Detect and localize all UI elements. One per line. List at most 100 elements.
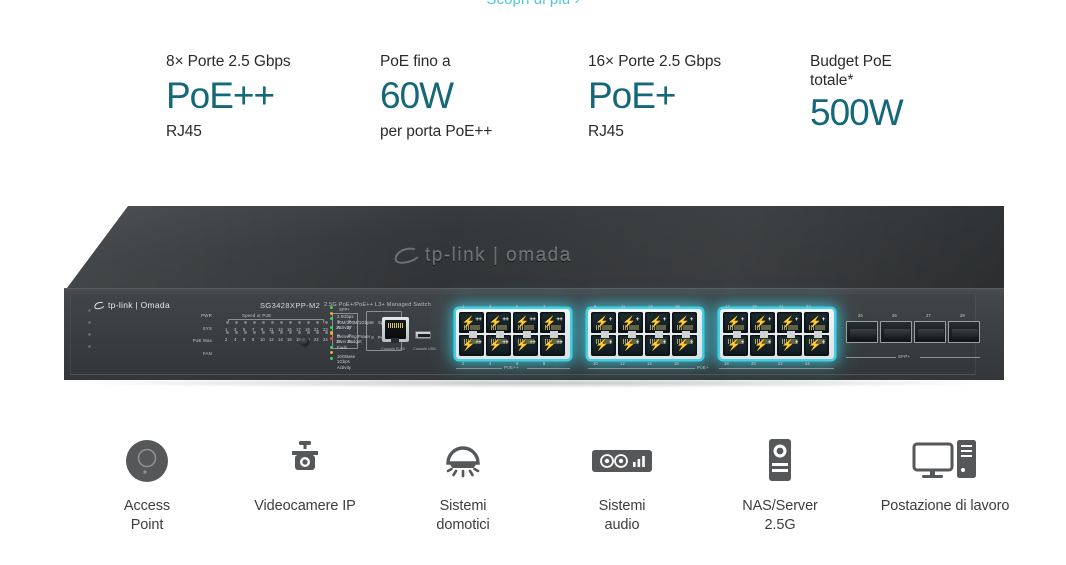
learn-more-link[interactable]: Scopri di più › — [0, 0, 1066, 8]
app-label: NAS/Server 2.5G — [742, 498, 818, 533]
rj45-port: ⚡+ — [750, 312, 775, 335]
spec-highlights: 8× Porte 2.5 Gbps PoE++ RJ45 PoE fino a … — [0, 48, 1066, 163]
status-led-labels: PWR SYS PoE Max FAN — [176, 313, 212, 363]
led-grid-caption: Speed or PoE — [242, 313, 272, 318]
port-column: ⚡+ ⚡+ — [723, 312, 748, 356]
port-column: ⚡+ ⚡+ — [645, 312, 670, 356]
led-indicator — [88, 309, 91, 312]
port-group-poe-plus-1[interactable]: ⚡+ ⚡+ ⚡+ ⚡+ ⚡+ ⚡+ ⚡+ ⚡+ — [588, 309, 702, 359]
sfp-plus-port — [880, 321, 912, 343]
legend-group-sfp: 10GBase 1Gbps Activity — [330, 345, 382, 370]
spec-top-label: 16× Porte 2.5 Gbps — [588, 53, 722, 70]
app-item-access-point: Access Point — [62, 432, 232, 535]
led-indicator — [88, 333, 91, 336]
top-face-brand-logo: tp-link | omada — [392, 244, 572, 267]
status-led-pwr: PWR — [201, 313, 212, 318]
rj45-port: ⚡+ — [723, 312, 748, 335]
led-row-even: 2 4 6 8 10 12 14 16 18 20 22 24 — [224, 331, 328, 343]
rj45-port: ⚡++ — [513, 333, 538, 356]
rj45-port: ⚡+ — [777, 333, 802, 356]
rj45-port: ⚡+ — [618, 312, 643, 335]
port-column: ⚡+ ⚡+ — [618, 312, 643, 356]
console-rj45-label: Console RJ45 — [381, 347, 405, 351]
led-row-odd: 1 3 5 7 9 11 13 15 17 19 21 23 — [224, 321, 328, 333]
port-column: ⚡+ ⚡+ — [672, 312, 697, 356]
rj45-port: ⚡+ — [750, 333, 775, 356]
rj45-port: ⚡+ — [804, 333, 829, 356]
app-item-workstation: Postazione di lavoro — [845, 432, 1045, 516]
app-label: Sistemi audio — [598, 498, 646, 533]
audio-system-icon — [537, 432, 707, 490]
status-led-poe-max: PoE Max — [192, 338, 212, 343]
spec-top-label: PoE fino a — [380, 53, 451, 70]
led-indicator — [88, 345, 91, 348]
rj45-port: ⚡++ — [486, 333, 511, 356]
rj45-port: ⚡+ — [645, 312, 670, 335]
app-label: Postazione di lavoro — [880, 498, 1010, 514]
sfp-plus-port-group[interactable] — [846, 321, 980, 351]
spec-item-total-poe-budget: Budget PoE totale* 500W — [810, 52, 904, 136]
app-item-nas-server: NAS/Server 2.5G — [695, 432, 865, 535]
console-usb-label: Console USB — [413, 347, 436, 351]
rj45-port: ⚡++ — [459, 333, 484, 356]
model-number-label: SG3428XPP-M2 — [260, 301, 321, 310]
spec-top-label: Budget PoE totale* — [810, 53, 892, 89]
console-usb-port — [415, 331, 431, 339]
rj45-port: ⚡+ — [645, 333, 670, 356]
legend-group-speed: 2.5Gbps 10M/100M/1Gbps Activity — [330, 305, 382, 330]
port-group-poe-plus-2[interactable]: ⚡+ ⚡+ ⚡+ ⚡+ ⚡+ ⚡+ ⚡+ ⚡+ — [720, 309, 834, 359]
front-brand-logo: tp-link | Omada — [93, 300, 170, 311]
rj45-port: ⚡++ — [513, 312, 538, 335]
rj45-port: ⚡+ — [672, 333, 697, 356]
access-point-icon — [62, 432, 232, 490]
port-group-poe-plus-plus[interactable]: ⚡++ ⚡++ ⚡++ ⚡++ ⚡++ ⚡++ ⚡++ ⚡++ — [456, 309, 570, 359]
led-legend: 2.5Gbps 10M/100M/1Gbps Activity Deliveri… — [330, 305, 382, 370]
app-item-smart-home: Sistemi domotici — [378, 432, 548, 535]
port-group-label: PoE+ — [697, 365, 710, 370]
switch-front-panel: tp-link | Omada SG3428XPP-M2 2.5G PoE+/P… — [64, 288, 1004, 380]
port-column: ⚡+ ⚡+ — [804, 312, 829, 356]
console-rj45-port — [382, 317, 409, 343]
led-mode-button[interactable] — [300, 337, 309, 346]
spec-value: PoE+ — [588, 75, 677, 116]
port-group-label: PoE++ — [504, 365, 519, 370]
legend-group-poe: Delivering Power Over Budget Fault — [330, 325, 382, 350]
rj45-port: ⚡+ — [591, 333, 616, 356]
app-label: Videocamere IP — [254, 498, 356, 514]
spec-sub-label: RJ45 — [166, 123, 202, 140]
port-column: ⚡++ ⚡++ — [459, 312, 484, 356]
port-column: ⚡+ ⚡+ — [777, 312, 802, 356]
network-switch-image: tp-link | omada tp-link | Omada SG3428XP… — [64, 206, 1004, 391]
rj45-port: ⚡++ — [540, 333, 565, 356]
spec-item-poe-plus-plus: 8× Porte 2.5 Gbps PoE++ RJ45 — [166, 52, 291, 141]
tp-link-logo-icon — [392, 244, 422, 267]
sfp-plus-port — [948, 321, 980, 343]
product-feature-section: Scopri di più › 8× Porte 2.5 Gbps PoE++ … — [0, 0, 1066, 565]
rj45-port: ⚡++ — [486, 312, 511, 335]
spec-value: 500W — [810, 92, 904, 133]
sfp-group-label: SFP+ — [898, 354, 911, 359]
status-led-fan: FAN — [202, 350, 212, 356]
port-column: ⚡++ ⚡++ — [540, 312, 565, 356]
rj45-port: ⚡+ — [618, 333, 643, 356]
spec-sub-label: RJ45 — [588, 123, 624, 140]
spec-item-per-port-power: PoE fino a 60W per porta PoE++ — [380, 52, 492, 141]
nas-server-icon — [695, 432, 865, 490]
rj45-port: ⚡+ — [591, 312, 616, 335]
port-column: ⚡+ ⚡+ — [591, 312, 616, 356]
spec-top-label: 8× Porte 2.5 Gbps — [166, 53, 291, 70]
port-column: ⚡+ ⚡+ — [750, 312, 775, 356]
spec-item-poe-plus: 16× Porte 2.5 Gbps PoE+ RJ45 — [588, 52, 721, 141]
switch-drop-shadow — [74, 378, 994, 388]
sfp-plus-port — [914, 321, 946, 343]
rj45-port: ⚡+ — [672, 312, 697, 335]
port-column: ⚡++ ⚡++ — [513, 312, 538, 356]
ip-camera-icon — [220, 432, 390, 490]
rj45-port: ⚡+ — [723, 333, 748, 356]
app-item-audio-system: Sistemi audio — [537, 432, 707, 535]
rj45-port: ⚡++ — [540, 312, 565, 335]
port-led-grid: Speed or PoE 1 3 5 7 9 11 13 15 17 19 21… — [216, 313, 328, 349]
application-icons-row: Access Point Videocamere IP Sistemi domo… — [0, 432, 1066, 552]
workstation-icon — [845, 432, 1045, 490]
app-label: Sistemi domotici — [436, 498, 490, 533]
